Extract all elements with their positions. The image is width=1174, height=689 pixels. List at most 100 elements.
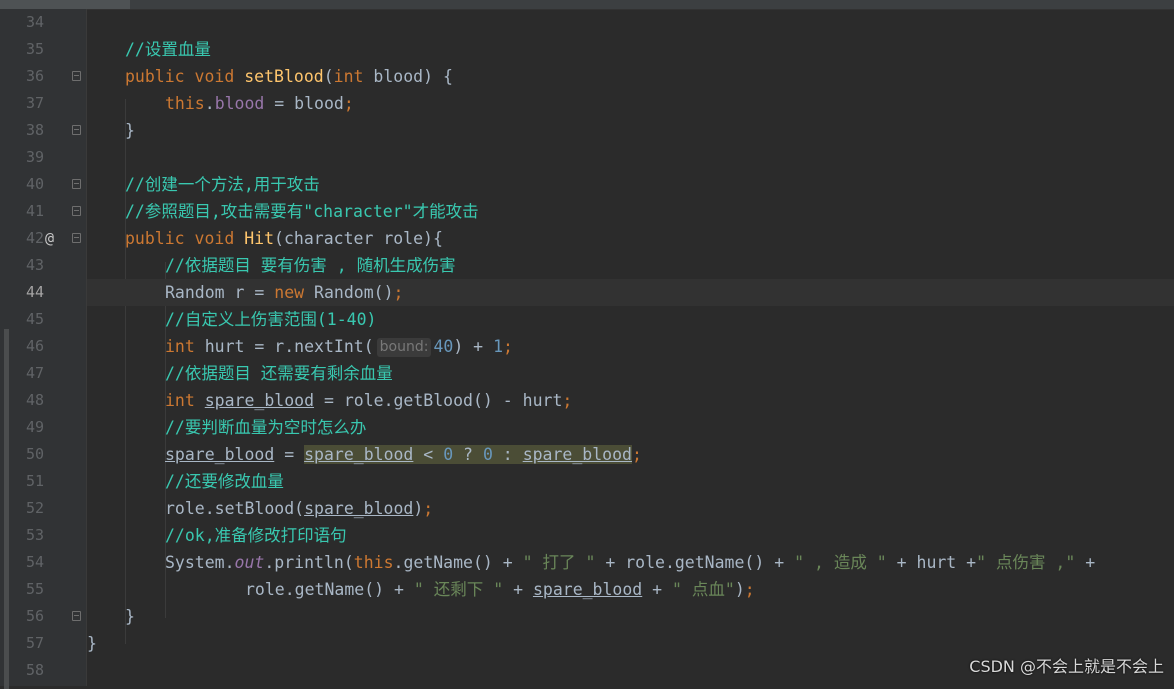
line-number: 47 xyxy=(25,364,44,382)
semicolon: ; xyxy=(744,580,755,599)
code-text: role.setBlood( xyxy=(165,499,305,518)
fold-end-icon[interactable] xyxy=(72,611,81,621)
code-line[interactable]: 37 this.blood = blood; xyxy=(26,90,1174,117)
semicolon: ; xyxy=(631,445,642,464)
code-line[interactable]: 54 System.out.println(this.getName() + "… xyxy=(26,549,1174,576)
variable-name: spare_blood xyxy=(204,391,315,410)
fold-end-icon[interactable] xyxy=(72,125,81,135)
variable-name: spare_blood xyxy=(304,499,414,518)
string-literal: " , 造成 " xyxy=(794,553,887,572)
code-line[interactable]: 53 //ok,准备修改打印语句 xyxy=(26,522,1174,549)
fold-toggle-icon[interactable] xyxy=(72,179,81,189)
line-number: 42 xyxy=(25,229,44,247)
variable-name: spare_blood xyxy=(522,445,632,464)
comment: //要判断血量为空时怎么办 xyxy=(165,418,367,437)
code-text: } xyxy=(87,634,97,653)
semicolon: ; xyxy=(393,283,404,302)
code-line[interactable]: 52 role.setBlood(spare_blood); xyxy=(26,495,1174,522)
code-line[interactable]: 35 //设置血量 xyxy=(26,36,1174,63)
code-line[interactable]: 39 xyxy=(26,144,1174,171)
parameter-hint: bound: xyxy=(376,338,432,357)
code-text: . xyxy=(204,94,215,113)
keyword: public xyxy=(125,67,185,86)
fold-end-icon[interactable] xyxy=(72,206,81,216)
static-field: out xyxy=(234,553,265,572)
fold-toggle-icon[interactable] xyxy=(72,71,81,81)
comment: //自定义上伤害范围(1-40) xyxy=(165,310,377,329)
keyword: this xyxy=(353,553,394,572)
code-line[interactable]: 36 public void setBlood(int blood) { xyxy=(26,63,1174,90)
line-number: 49 xyxy=(25,418,44,436)
code-text: + xyxy=(642,580,673,599)
code-line[interactable]: 56 } xyxy=(26,603,1174,630)
method-name: Hit xyxy=(244,229,275,248)
code-text: (character role){ xyxy=(274,229,443,248)
code-text: ( xyxy=(323,67,334,86)
code-line[interactable]: 47 //依据题目 还需要有剩余血量 xyxy=(26,360,1174,387)
comment: //设置血量 xyxy=(125,40,211,59)
keyword: public xyxy=(125,229,185,248)
code-line[interactable]: 50 spare_blood = spare_blood < 0 ? 0 : s… xyxy=(26,441,1174,468)
field-name: blood xyxy=(214,94,265,113)
code-text: } xyxy=(125,607,135,626)
keyword: void xyxy=(194,67,235,86)
code-text: Random() xyxy=(304,283,394,302)
code-line[interactable]: 49 //要判断血量为空时怎么办 xyxy=(26,414,1174,441)
code-text: < xyxy=(413,445,444,464)
keyword: int xyxy=(165,337,195,356)
string-literal: " 点血" xyxy=(672,580,735,599)
semicolon: ; xyxy=(562,391,573,410)
line-number: 55 xyxy=(25,580,44,598)
line-number: 58 xyxy=(25,661,44,679)
watermark: CSDN @不会上就是不会上 xyxy=(969,657,1164,676)
line-number: 40 xyxy=(25,175,44,193)
code-line[interactable]: 42 @ public void Hit(character role){ xyxy=(26,225,1174,252)
line-number: 44 xyxy=(25,283,44,301)
code-line[interactable]: 43 //依据题目 要有伤害 , 随机生成伤害 xyxy=(26,252,1174,279)
code-text: .println( xyxy=(264,553,354,572)
line-number: 51 xyxy=(25,472,44,490)
semicolon: ; xyxy=(343,94,354,113)
line-number: 56 xyxy=(25,607,44,625)
line-number: 57 xyxy=(25,634,44,652)
keyword: new xyxy=(274,283,305,302)
code-text: ? xyxy=(453,445,483,464)
code-line[interactable]: 41 //参照题目,攻击需要有"character"才能攻击 xyxy=(26,198,1174,225)
line-number: 53 xyxy=(25,526,44,544)
code-line[interactable]: 46 int hurt = r.nextInt(bound: 40) + 1; xyxy=(26,333,1174,360)
fold-toggle-icon[interactable] xyxy=(72,233,81,243)
code-line[interactable]: 55 role.getName() + " 还剩下 " + spare_bloo… xyxy=(26,576,1174,603)
line-number: 34 xyxy=(25,13,44,31)
semicolon: ; xyxy=(423,499,434,518)
keyword: void xyxy=(194,229,235,248)
code-line[interactable]: 34 xyxy=(26,9,1174,36)
comment: //依据题目 要有伤害 , 随机生成伤害 xyxy=(165,256,456,275)
keyword: this xyxy=(165,94,205,113)
code-line-current[interactable]: 44 Random r = new Random(); xyxy=(26,279,1174,306)
string-literal: " 点伤害 ," xyxy=(976,553,1076,572)
code-line[interactable]: 38 } xyxy=(26,117,1174,144)
code-line[interactable]: 45 //自定义上伤害范围(1-40) xyxy=(26,306,1174,333)
code-line[interactable]: 51 //还要修改血量 xyxy=(26,468,1174,495)
comment: //创建一个方法,用于攻击 xyxy=(125,175,320,194)
code-editor[interactable]: 34 35 //设置血量 36 public void setBlood(int… xyxy=(26,9,1174,686)
code-line[interactable]: 40 //创建一个方法,用于攻击 xyxy=(26,171,1174,198)
override-icon[interactable]: @ xyxy=(45,225,54,252)
code-line[interactable]: 48 int spare_blood = role.getBlood() - h… xyxy=(26,387,1174,414)
line-number: 41 xyxy=(25,202,44,220)
comment: //ok,准备修改打印语句 xyxy=(165,526,347,545)
keyword: int xyxy=(165,391,195,410)
code-text: hurt = r.nextInt( xyxy=(194,337,374,356)
code-text: ) + xyxy=(453,337,494,356)
method-name: setBlood xyxy=(244,67,324,86)
line-number: 35 xyxy=(25,40,44,58)
string-literal: " 还剩下 " xyxy=(413,580,504,599)
comment: //依据题目 还需要有剩余血量 xyxy=(165,364,393,383)
keyword: int xyxy=(333,67,364,86)
tab-second-file[interactable] xyxy=(140,0,210,9)
line-number: 46 xyxy=(25,337,44,355)
code-text: = blood xyxy=(264,94,344,113)
